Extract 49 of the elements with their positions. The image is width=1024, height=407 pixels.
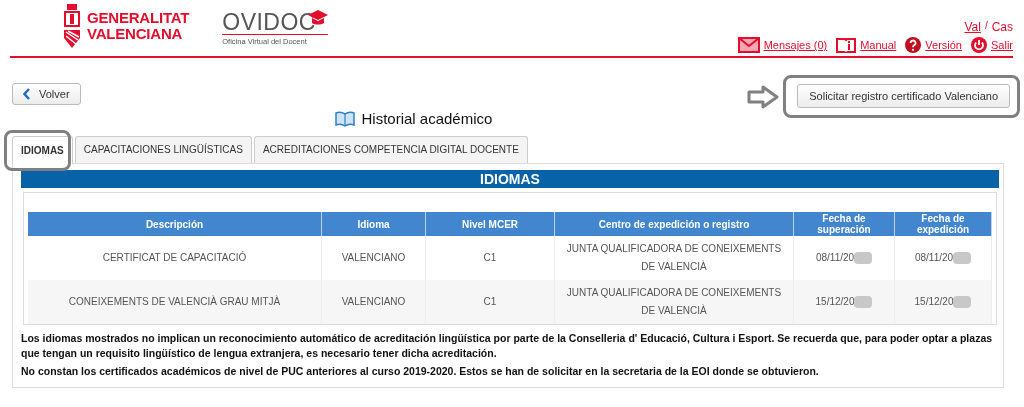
table-cell: 08/11/20 (815, 252, 855, 263)
table-cell: C1 (483, 296, 497, 307)
table-cell: CONEIXEMENTS DE VALENCIÀ GRAU MITJÀ (68, 296, 281, 307)
page-title: Historial académico (361, 110, 493, 127)
note-text: No constan los certificados académicos de nivel de PUC anteriores al curso 2019-2020. Estos se han de solicitar en la secretaria de la EOI donde se obtuvieron. (21, 364, 820, 379)
section-title: IDIOMAS (21, 170, 999, 188)
envelope-icon (737, 37, 760, 53)
redaction-mark (953, 252, 972, 265)
table-cell: C1 (483, 252, 497, 263)
open-book-icon (335, 110, 356, 127)
column-header: Descripción (28, 212, 322, 236)
book-icon (836, 37, 857, 53)
table-cell: 08/11/20 (914, 252, 954, 263)
table-cell: VALENCIANO (341, 252, 406, 263)
column-header: Fecha de expedición (894, 212, 992, 236)
brand-text: GENERALITAT (87, 10, 190, 26)
power-icon (971, 37, 987, 53)
coat-of-arms-icon (62, 2, 82, 50)
column-header: Nivel MCER (425, 212, 555, 236)
tab[interactable]: IDIOMAS (12, 136, 73, 164)
table-cell: CERTIFICAT DE CAPACITACIÓ (102, 252, 247, 263)
app-name: OVIDOC (222, 10, 316, 34)
redaction-mark (854, 296, 873, 309)
request-certificate-button[interactable]: Solicitar registro certificado Valenciano (797, 84, 1010, 108)
table-cell: 15/12/20 (815, 296, 855, 307)
back-button[interactable]: Volver (12, 83, 81, 105)
column-header: Fecha de superación (793, 212, 895, 236)
language-separator: / (984, 20, 988, 33)
language-link[interactable]: Val (964, 20, 981, 34)
nav-link[interactable]: Mensajes (0) (763, 39, 828, 51)
nav-link[interactable]: Versión (925, 39, 962, 51)
redaction-mark (953, 296, 972, 309)
redaction-mark (854, 252, 873, 265)
table-cell: JUNTA QUALIFICADORA DE CONEIXEMENTS DE VALENCIÀ (566, 287, 782, 316)
chevron-left-icon (23, 88, 31, 100)
arrow-right-icon (747, 85, 780, 109)
brand-text: VALENCIANA (87, 26, 184, 42)
nav-link[interactable]: Salir (991, 39, 1013, 51)
language-link[interactable]: Cas (991, 20, 1013, 34)
nav-link[interactable]: Manual (860, 39, 897, 51)
tab[interactable]: ACREDITACIONES COMPETENCIA DIGITAL DOCENTE (253, 136, 528, 163)
table-cell: 15/12/20 (914, 296, 954, 307)
help-icon (905, 37, 922, 53)
column-header: Idioma (321, 212, 426, 236)
column-header: Centro de expedición o registro (554, 212, 794, 236)
tab[interactable]: CAPACITACIONES LINGÜÍSTICAS (74, 136, 252, 163)
table-cell: VALENCIANO (341, 296, 406, 307)
note-text: Los idiomas mostrados no implican un reconocimiento automático de acreditación lingüística por parte de la Conselleria d' Educació, Cultura i Esport. Se recuerda que, para poder optar a plazas que tengan un requisito lingüístico de lengua extranjera, es necesario tener dicha acreditación. (21, 331, 994, 361)
table-cell: JUNTA QUALIFICADORA DE CONEIXEMENTS DE VALENCIÀ (566, 243, 782, 272)
